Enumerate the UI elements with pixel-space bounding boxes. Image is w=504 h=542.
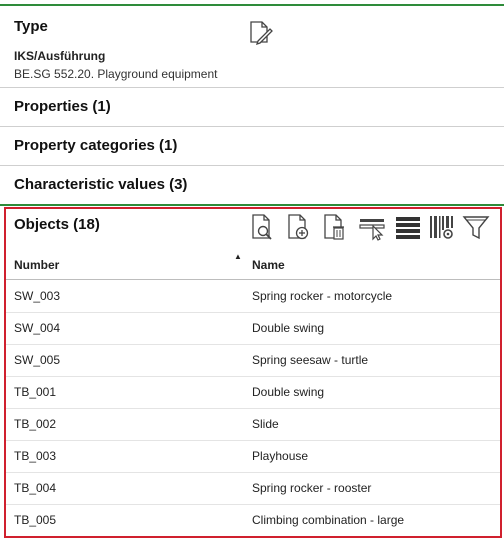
list-lines-icon[interactable] bbox=[394, 212, 422, 242]
cell-name: Double swing bbox=[252, 385, 325, 399]
column-header-number[interactable]: Number bbox=[14, 258, 59, 272]
cell-name: Climbing combination - large bbox=[252, 513, 405, 527]
document-edit-icon[interactable] bbox=[247, 20, 273, 46]
table-row[interactable]: SW_005 Spring seesaw - turtle bbox=[6, 344, 500, 377]
column-header-name[interactable]: Name bbox=[252, 258, 285, 272]
table-row[interactable]: TB_005 Climbing combination - large bbox=[6, 504, 500, 536]
type-section: Type IKS/Ausführung BE.SG 552.20. Playgr… bbox=[0, 6, 504, 86]
cell-number: TB_004 bbox=[14, 481, 57, 495]
section-property-categories[interactable]: Property categories (1) bbox=[0, 126, 504, 165]
table-row[interactable]: SW_003 Spring rocker - motorcycle bbox=[6, 280, 500, 313]
cell-name: Double swing bbox=[252, 321, 325, 335]
type-title: Type bbox=[14, 18, 48, 35]
cell-name: Slide bbox=[252, 417, 279, 431]
type-name: IKS/Ausführung bbox=[14, 49, 106, 63]
document-delete-icon[interactable] bbox=[320, 212, 348, 242]
section-title: Property categories (1) bbox=[14, 137, 178, 154]
cell-number: SW_003 bbox=[14, 289, 61, 303]
sort-ascending-icon[interactable]: ▲ bbox=[234, 252, 242, 261]
table-row[interactable]: TB_001 Double swing bbox=[6, 376, 500, 409]
type-description: BE.SG 552.20. Playground equipment bbox=[14, 67, 218, 81]
table-row[interactable]: SW_004 Double swing bbox=[6, 312, 500, 345]
cell-number: SW_004 bbox=[14, 321, 61, 335]
section-characteristic-values[interactable]: Characteristic values (3) bbox=[0, 165, 504, 204]
table-row[interactable]: TB_004 Spring rocker - rooster bbox=[6, 472, 500, 505]
cell-name: Spring rocker - motorcycle bbox=[252, 289, 393, 303]
section-title: Properties (1) bbox=[14, 98, 111, 115]
filter-icon[interactable] bbox=[462, 212, 490, 242]
cell-name: Spring seesaw - turtle bbox=[252, 353, 369, 367]
select-cursor-icon[interactable] bbox=[358, 212, 386, 242]
section-separator bbox=[0, 204, 504, 206]
barcode-settings-icon[interactable] bbox=[428, 212, 456, 242]
cell-name: Spring rocker - rooster bbox=[252, 481, 372, 495]
section-properties[interactable]: Properties (1) bbox=[0, 87, 504, 126]
cell-number: TB_002 bbox=[14, 417, 57, 431]
document-search-icon[interactable] bbox=[248, 212, 276, 242]
objects-title: Objects (18) bbox=[14, 216, 100, 233]
cell-number: TB_005 bbox=[14, 513, 57, 527]
cell-number: TB_003 bbox=[14, 449, 57, 463]
table-header: Number ▲ Name bbox=[6, 249, 500, 280]
table-row[interactable]: TB_003 Playhouse bbox=[6, 440, 500, 473]
table-row[interactable]: TB_002 Slide bbox=[6, 408, 500, 441]
document-add-icon[interactable] bbox=[284, 212, 312, 242]
objects-panel: Objects (18) Number ▲ Name SW_003 Spring… bbox=[4, 207, 502, 538]
cell-number: SW_005 bbox=[14, 353, 61, 367]
section-title: Characteristic values (3) bbox=[14, 176, 188, 193]
cell-number: TB_001 bbox=[14, 385, 57, 399]
cell-name: Playhouse bbox=[252, 449, 309, 463]
